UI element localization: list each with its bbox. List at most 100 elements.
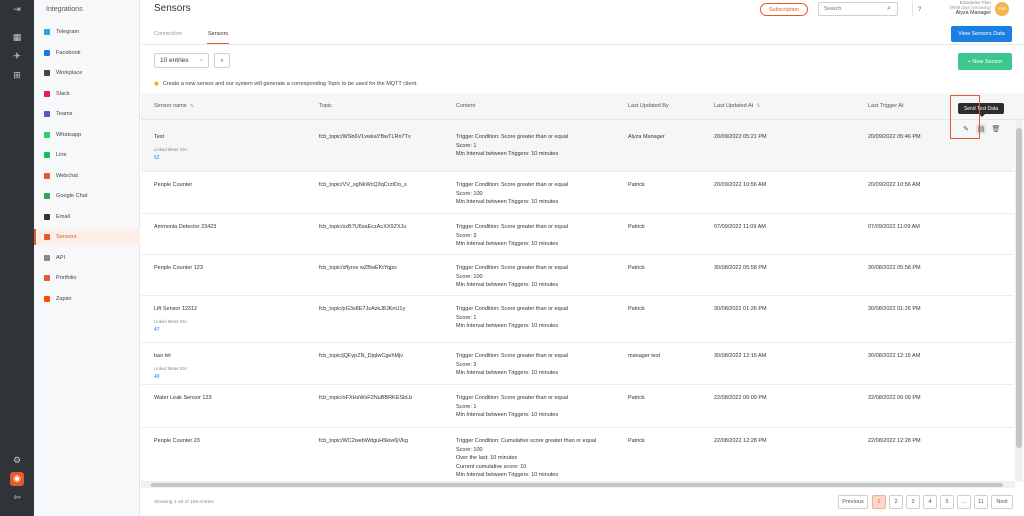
sidebar-item-line[interactable]: Line	[34, 147, 140, 163]
content-line: Over the last: 10 minutes	[456, 455, 518, 461]
col-sensor-name[interactable]: Sensor name ⇅	[154, 103, 194, 109]
col-trigger-at: Last Trigger At	[868, 103, 904, 109]
avatar[interactable]: AM	[995, 2, 1009, 16]
page-5-button[interactable]: 5	[940, 495, 954, 509]
sensor-topic: fcb_topic/VV_sgNkWcQ3qCrztDo_s	[319, 182, 407, 188]
page-2-button[interactable]: 2	[889, 495, 903, 509]
last-updated-at: 20/09/2022 10:56 AM	[714, 182, 767, 188]
sidebar-item-teams[interactable]: Teams	[34, 106, 140, 122]
chevron-down-icon: ⌄	[199, 57, 205, 63]
sidebar-item-label: API	[56, 254, 66, 261]
table-row[interactable]: People Counter fcb_topic/VV_sgNkWcQ3qCrzt…	[141, 172, 1014, 214]
last-trigger-at: 30/08/2022 05:58 PM	[868, 265, 921, 271]
rocket-icon[interactable]: ✈	[10, 50, 24, 64]
tab-connection[interactable]: Connection	[154, 31, 182, 37]
view-sensors-data-button[interactable]: View Sensors Data	[951, 26, 1012, 42]
search-input[interactable]	[818, 2, 898, 16]
sensor-name: bao tét	[154, 353, 171, 359]
content-line: Min Interval between Triggers: 10 minute…	[456, 199, 559, 205]
main-content: Sensors Subscription ⌕ ? Enterprise Plan…	[141, 0, 1024, 516]
sidebar-item-slack[interactable]: Slack	[34, 86, 140, 102]
subscription-button[interactable]: Subscription	[760, 3, 808, 16]
telegram-icon	[44, 29, 50, 35]
linked-meter-value: 52	[154, 155, 160, 161]
content-line: Score: 1	[456, 142, 477, 149]
linked-meter-label: Linked Meter IDs:	[154, 319, 188, 324]
page-ellipsis-button[interactable]: …	[957, 495, 971, 509]
logout-icon[interactable]: ⇦	[10, 491, 24, 505]
last-updated-by: Patrick	[628, 438, 645, 444]
new-sensor-button[interactable]: + New Sensor	[958, 53, 1012, 70]
tab-bar: Connection Sensors	[141, 22, 1024, 45]
page-11-button[interactable]: 11	[974, 495, 988, 509]
table-row[interactable]: Test Linked Meter IDs: 52 fcb_topic/WSb6V1v…	[141, 120, 1014, 172]
hierarchy-icon[interactable]: ⊞	[10, 69, 24, 83]
table-row[interactable]: bao tét Linked Meter IDs: 49 fcb_topic/jQFy…	[141, 343, 1014, 385]
last-updated-by: Patrick	[628, 224, 645, 230]
previous-page-button[interactable]: Previous	[838, 495, 868, 509]
sensor-topic: fcb_topic/pG3s8E7JsAzkJ8JKnU1y	[319, 306, 406, 312]
table-row[interactable]: Ammonia Detector 23423 fcb_topic/sxB7U6sa…	[141, 214, 1014, 255]
content-line: Trigger Condition: Score greater than or…	[456, 134, 568, 140]
page-3-button[interactable]: 3	[906, 495, 920, 509]
table-row[interactable]: People Counter 23 fcb_topic/WC2webWdguH5k…	[141, 428, 1014, 482]
table-row[interactable]: Lift Sensor 12312 Linked Meter IDs: 47 fcb_…	[141, 296, 1014, 343]
content-line: Score: 100	[456, 446, 483, 453]
table-row[interactable]: People Counter 123 fcb_topic/xflyrov wZBw…	[141, 255, 1014, 296]
tab-sensors[interactable]: Sensors	[208, 31, 228, 37]
sidebar-item-telegram[interactable]: Telegram	[34, 24, 140, 40]
sidebar-item-label: Sensors	[56, 234, 77, 240]
sidebar-item-email[interactable]: Email	[34, 209, 140, 225]
content-line: Trigger Condition: Score greater than or…	[456, 306, 568, 312]
horizontal-scrollbar-thumb[interactable]	[151, 483, 1003, 487]
sidebar-item-webchat[interactable]: Webchat	[34, 168, 140, 184]
lightbulb-icon: ●	[154, 81, 159, 87]
sidebar-item-workplace[interactable]: Workplace	[34, 65, 140, 81]
content-line: Current cumulative score: 10	[456, 463, 527, 470]
whatsapp-icon	[44, 131, 50, 138]
last-trigger-at: 07/09/2022 11:09 AM	[868, 224, 920, 230]
sidebar-item-api[interactable]: API	[34, 250, 140, 266]
integrations-sidebar: Integrations Telegram Facebook Workplace Sl…	[34, 0, 140, 516]
line-icon	[44, 152, 50, 158]
sidebar-item-facebook[interactable]: Facebook	[34, 45, 140, 61]
page-4-button[interactable]: 4	[923, 495, 937, 509]
last-trigger-at: 20/09/2022 05:46 PM	[868, 134, 921, 140]
sensor-app-icon[interactable]: ◉	[10, 472, 24, 486]
help-icon[interactable]: ?	[912, 2, 926, 16]
content-line: Trigger Condition: Cumulative score grea…	[456, 438, 597, 444]
sensor-topic: fcb_topic/WSb6V1vwkaYBwTLRn7Tv	[319, 134, 411, 140]
col-updated-at[interactable]: Last Updated At ⇅	[714, 103, 760, 109]
table-row[interactable]: Water Leak Sensor 123 fcb_topic/oFXHsWsF2…	[141, 385, 1014, 428]
sidebar-item-label: Telegram	[56, 29, 80, 35]
delete-icon[interactable]: 🗑	[991, 124, 1001, 134]
content-line: Trigger Condition: Score greater than or…	[456, 265, 568, 271]
sidebar-item-zapier[interactable]: Zapier	[34, 291, 140, 307]
sidebar-item-label: Slack	[56, 90, 70, 97]
dashboard-icon[interactable]: ▦	[10, 31, 24, 45]
sensor-name: Test	[154, 134, 165, 140]
email-icon	[44, 213, 50, 220]
teams-icon	[44, 111, 50, 117]
linked-meter-value: 47	[154, 327, 160, 333]
sidebar-item-label: Webchat	[56, 172, 78, 179]
collapse-icon[interactable]: ⇥	[10, 3, 24, 17]
scrollbar-thumb[interactable]	[1016, 128, 1022, 448]
sidebar-item-google-chat[interactable]: Google Chat	[34, 188, 140, 204]
settings-icon[interactable]: ⚙	[10, 454, 24, 468]
sidebar-item-label: Whatsapp	[56, 131, 82, 138]
sidebar-item-portfolio[interactable]: Portfolio	[34, 270, 140, 286]
linked-meter-value: 49	[154, 374, 160, 380]
sidebar-item-sensors[interactable]: Sensors	[34, 229, 140, 245]
page-1-button[interactable]: 1	[872, 495, 886, 509]
content-line: Min Interval between Triggers: 10 minute…	[456, 412, 559, 418]
sidebar-item-whatsapp[interactable]: Whatsapp	[34, 127, 140, 143]
last-updated-at: 20/09/2022 05:21 PM	[714, 134, 767, 140]
search-icon[interactable]: ⌕	[887, 4, 891, 13]
table-search-button[interactable]: ⌕	[214, 53, 230, 68]
last-trigger-at: 30/08/2022 12:15 AM	[868, 353, 921, 359]
content-line: Score: 1	[456, 314, 477, 321]
sensors-icon	[44, 234, 50, 240]
next-page-button[interactable]: Next	[991, 495, 1013, 509]
facebook-icon	[44, 49, 50, 56]
